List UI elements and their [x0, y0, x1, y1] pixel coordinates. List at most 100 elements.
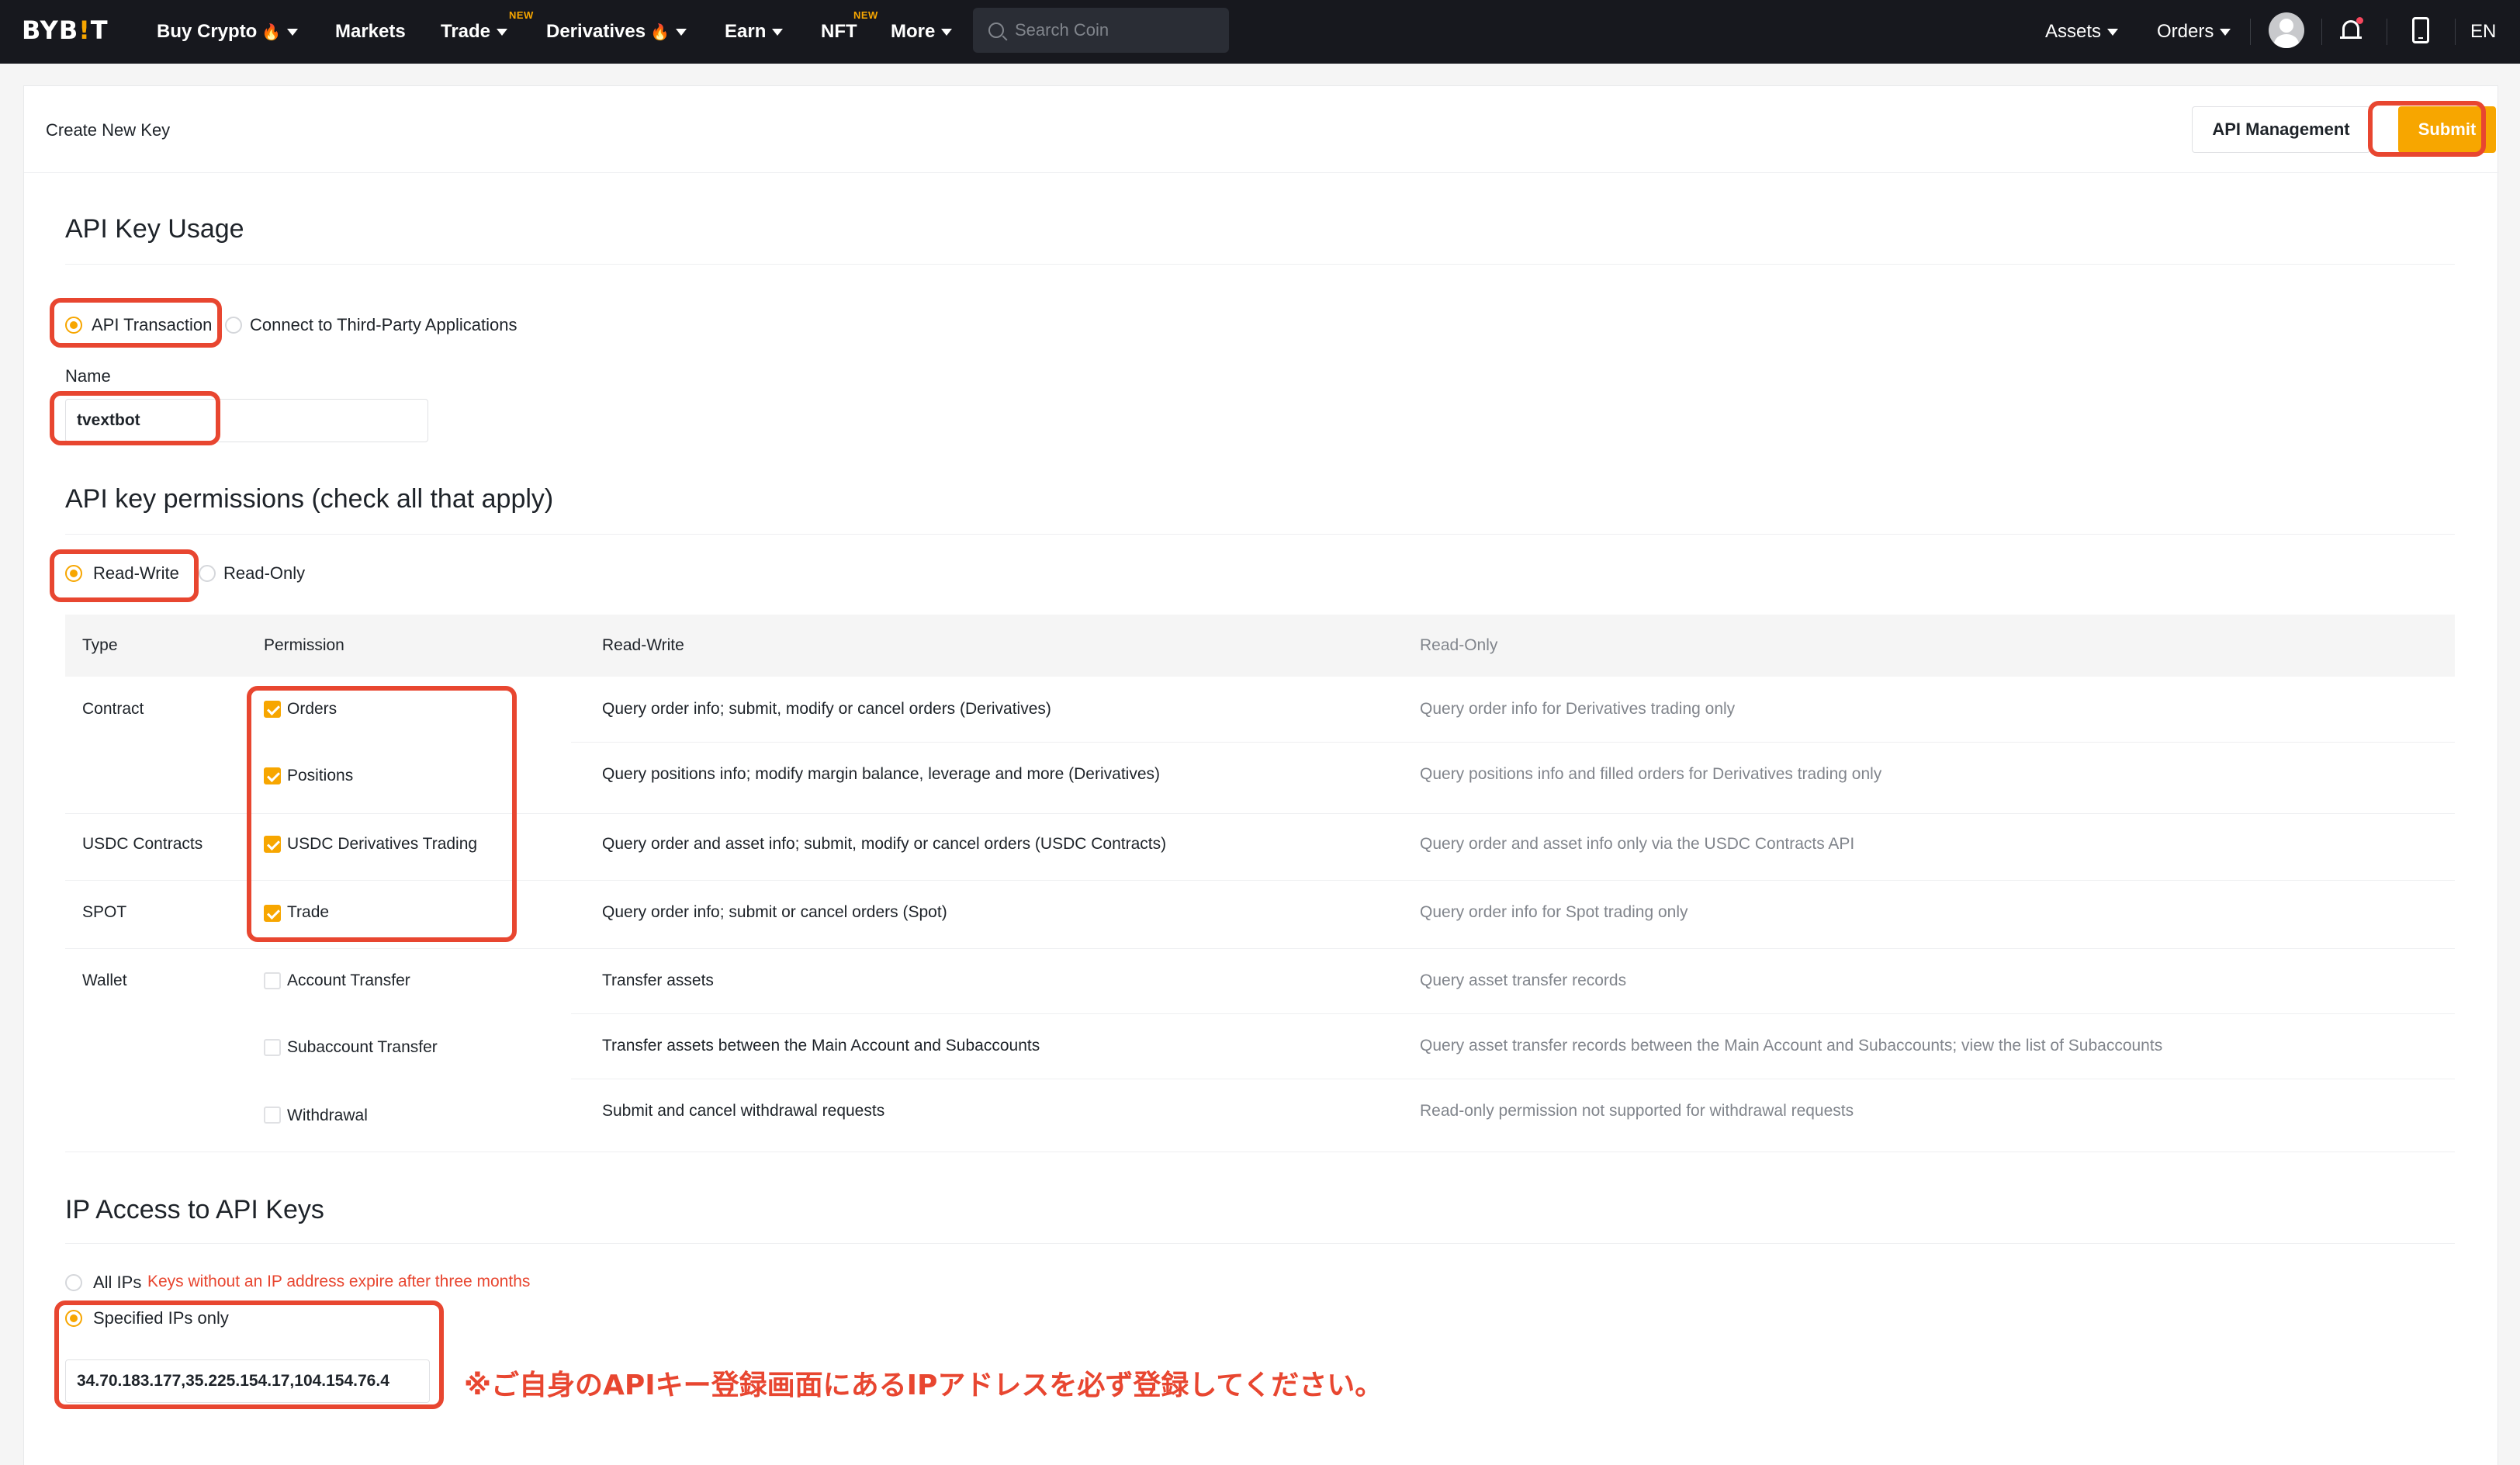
radio-third-party[interactable]: [225, 317, 242, 334]
read-only-desc: Query order info for Derivatives trading…: [1420, 700, 1736, 718]
radio-specified-ips[interactable]: [65, 1310, 82, 1327]
row-divider: [571, 1013, 2455, 1014]
language-selector[interactable]: EN: [2470, 0, 2496, 64]
nav-derivatives[interactable]: Derivatives 🔥: [546, 0, 687, 64]
nav-earn[interactable]: Earn: [725, 0, 784, 64]
nav-divider: [2250, 19, 2251, 45]
type-cell: Wallet: [82, 971, 127, 989]
radio-api-transaction[interactable]: [65, 317, 82, 334]
nav-divider: [2455, 19, 2456, 45]
caret-down-icon: [287, 28, 299, 36]
read-write-desc: Transfer assets: [602, 971, 714, 989]
permission-label: Account Transfer: [287, 971, 410, 989]
row-divider: [65, 813, 2455, 814]
create-key-card: Create New Key API Management Submit: [23, 85, 2499, 1465]
caret-down-icon: [2220, 28, 2231, 36]
radio-read-only[interactable]: [199, 565, 216, 582]
read-write-desc: Query order info; submit or cancel order…: [602, 903, 947, 921]
search-input[interactable]: Search Coin: [973, 8, 1229, 53]
permission-label: Withdrawal: [287, 1107, 368, 1124]
column-header-read-only: Read-Only: [1420, 636, 1498, 654]
nav-more[interactable]: More: [891, 0, 953, 64]
radio-label-read-only: Read-Only: [223, 563, 306, 583]
read-only-desc: Query order info for Spot trading only: [1420, 903, 1688, 921]
checkbox-positions[interactable]: [264, 767, 281, 784]
bybit-logo[interactable]: BYB!T: [22, 16, 109, 45]
ip-expiry-warning: Keys without an IP address expire after …: [147, 1273, 531, 1290]
radio-label-read-write: Read-Write: [93, 563, 179, 583]
caret-down-icon: [497, 28, 508, 36]
section-title-ip-access: IP Access to API Keys: [65, 1195, 324, 1224]
read-write-desc: Submit and cancel withdrawal requests: [602, 1102, 885, 1120]
radio-all-ips[interactable]: [65, 1274, 82, 1291]
caret-down-icon: [2107, 28, 2119, 36]
table-header: [65, 615, 2455, 677]
api-management-button[interactable]: API Management: [2192, 106, 2370, 153]
checkbox-trade[interactable]: [264, 905, 281, 922]
flame-icon: 🔥: [261, 23, 282, 41]
read-write-desc: Query positions info; modify margin bala…: [602, 765, 1160, 783]
radio-label-api-transaction: API Transaction: [92, 315, 213, 334]
nav-divider: [2321, 19, 2322, 45]
read-write-desc: Query order info; submit, modify or canc…: [602, 700, 1051, 718]
checkbox-usdc-derivatives-trading[interactable]: [264, 836, 281, 853]
nav-nft[interactable]: NFT: [821, 0, 857, 64]
checkbox-subaccount-transfer[interactable]: [264, 1039, 281, 1056]
read-only-desc: Query asset transfer records: [1420, 971, 1627, 989]
name-input[interactable]: [65, 399, 428, 442]
column-header-type: Type: [82, 636, 118, 654]
submit-button[interactable]: Submit: [2398, 106, 2496, 153]
page-title: Create New Key: [46, 120, 171, 140]
new-badge: NEW: [509, 9, 534, 21]
row-divider: [65, 948, 2455, 949]
divider: [65, 264, 2455, 265]
avatar-icon[interactable]: [2269, 12, 2304, 48]
caret-down-icon: [772, 28, 784, 36]
checkbox-account-transfer[interactable]: [264, 972, 281, 989]
divider: [65, 1243, 2455, 1244]
read-write-desc: Transfer assets between the Main Account…: [602, 1037, 1040, 1055]
search-icon: [988, 23, 1004, 38]
radio-label-all-ips: All IPs: [93, 1273, 142, 1292]
nav-buy-crypto[interactable]: Buy Crypto 🔥: [157, 0, 299, 64]
top-nav: BYB!T Buy Crypto 🔥 Markets Trade NEW Der…: [0, 0, 2520, 64]
permission-label: Subaccount Transfer: [287, 1038, 438, 1056]
mobile-app-icon[interactable]: [2412, 17, 2429, 43]
read-only-desc: Read-only permission not supported for w…: [1420, 1102, 1854, 1120]
checkbox-withdrawal[interactable]: [264, 1107, 281, 1124]
nav-markets[interactable]: Markets: [335, 0, 406, 64]
permission-label: USDC Derivatives Trading: [287, 835, 478, 853]
nav-assets[interactable]: Assets: [2045, 0, 2119, 64]
nav-trade[interactable]: Trade: [441, 0, 508, 64]
type-cell: Contract: [82, 700, 144, 718]
radio-label-specified-ips: Specified IPs only: [93, 1308, 229, 1328]
bell-icon[interactable]: [2340, 17, 2363, 43]
caret-down-icon: [676, 28, 687, 36]
section-title-usage: API Key Usage: [65, 214, 244, 244]
read-write-desc: Query order and asset info; submit, modi…: [602, 835, 1167, 853]
radio-label-third-party: Connect to Third-Party Applications: [250, 315, 518, 334]
read-only-desc: Query positions info and filled orders f…: [1420, 765, 1882, 783]
read-only-desc: Query asset transfer records between the…: [1420, 1037, 2163, 1055]
row-divider: [571, 742, 2455, 743]
name-label: Name: [65, 366, 111, 386]
checkbox-orders[interactable]: [264, 701, 281, 718]
new-badge: NEW: [853, 9, 878, 21]
row-divider: [65, 880, 2455, 881]
permission-label: Trade: [287, 903, 330, 921]
permission-label: Positions: [287, 767, 354, 784]
read-only-desc: Query order and asset info only via the …: [1420, 835, 1855, 853]
flame-icon: 🔥: [650, 23, 670, 41]
column-header-permission: Permission: [264, 636, 344, 654]
caret-down-icon: [941, 28, 953, 36]
divider: [65, 534, 2455, 535]
section-title-permissions: API key permissions (check all that appl…: [65, 484, 554, 514]
column-header-read-write: Read-Write: [602, 636, 684, 654]
card-header: Create New Key API Management Submit: [24, 86, 2499, 173]
permission-label: Orders: [287, 700, 338, 718]
ip-address-input[interactable]: [65, 1359, 430, 1403]
annotation-note: ※ご自身のAPIキー登録画面にあるIPアドレスを必ず登録してください。: [464, 1370, 1383, 1401]
nav-orders[interactable]: Orders: [2157, 0, 2231, 64]
radio-read-write[interactable]: [65, 565, 82, 582]
type-cell: USDC Contracts: [82, 835, 203, 853]
